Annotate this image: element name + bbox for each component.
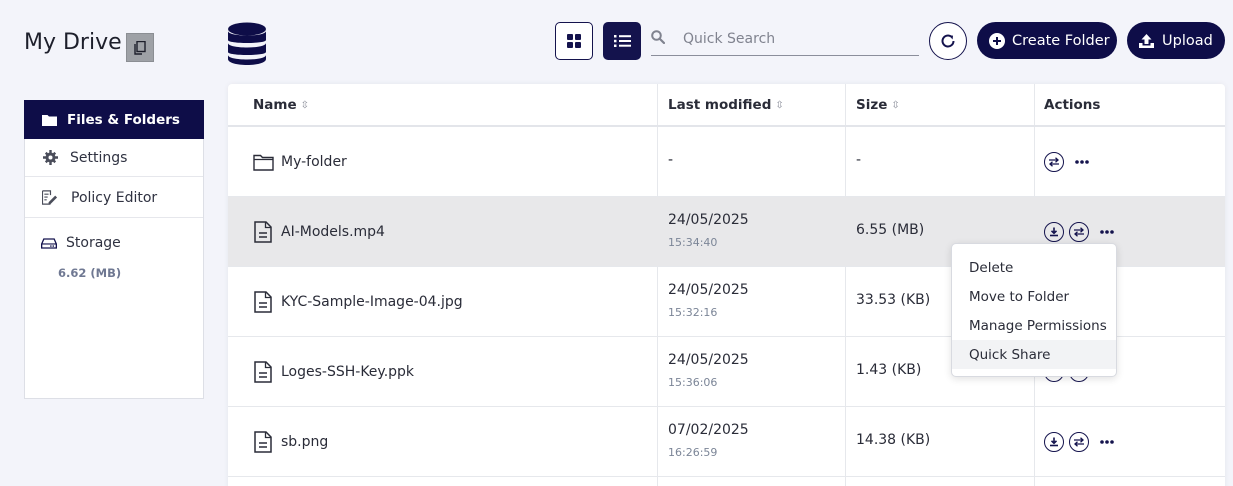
move-button[interactable]	[1044, 152, 1064, 172]
column-header-size[interactable]: Size ⇳	[856, 97, 900, 113]
search-icon	[651, 30, 665, 44]
file-name[interactable]: AI-Models.mp4	[281, 224, 385, 240]
plus-circle-icon	[989, 32, 1005, 49]
modified-time: 15:32:16	[668, 306, 718, 319]
size-cell: 33.53 (KB)	[856, 292, 931, 308]
list-view-button[interactable]	[603, 22, 641, 60]
move-button[interactable]	[1069, 222, 1089, 242]
copy-button[interactable]	[126, 33, 154, 62]
upload-label: Upload	[1162, 32, 1213, 49]
size-cell: 14.38 (KB)	[856, 432, 931, 448]
download-icon	[1050, 227, 1058, 236]
create-folder-button[interactable]: Create Folder	[977, 22, 1117, 59]
file-icon	[252, 221, 274, 243]
table-row[interactable]: sb.png 07/02/2025 16:26:59 14.38 (KB)	[228, 407, 1225, 477]
sidebar-item-label: Files & Folders	[67, 111, 180, 128]
menu-item-manage-permissions[interactable]: Manage Permissions	[952, 311, 1116, 340]
sort-icon: ⇳	[300, 99, 310, 111]
grid-view-button[interactable]	[555, 22, 593, 60]
size-cell: 1.43 (KB)	[856, 362, 922, 378]
column-header-label: Size	[856, 97, 888, 113]
drive-icon	[41, 237, 57, 249]
download-icon	[1050, 437, 1058, 446]
more-options-button[interactable]	[1075, 160, 1089, 164]
move-button[interactable]	[1069, 432, 1089, 452]
modified-time: 15:36:06	[668, 376, 718, 389]
modified-cell: -	[668, 152, 674, 168]
modified-date: 24/05/2025	[668, 212, 749, 228]
more-icon	[1100, 440, 1114, 444]
file-name[interactable]: KYC-Sample-Image-04.jpg	[281, 294, 463, 310]
file-icon	[252, 291, 274, 313]
more-icon	[1100, 230, 1114, 234]
menu-item-delete[interactable]: Delete	[952, 253, 1116, 282]
file-name[interactable]: sb.png	[281, 434, 328, 450]
sort-icon: ⇳	[775, 99, 784, 111]
file-name[interactable]: Loges-SSH-Key.ppk	[281, 364, 414, 380]
swap-icon	[1074, 227, 1084, 237]
more-options-button[interactable]	[1100, 230, 1114, 234]
folder-outline-icon	[252, 154, 274, 171]
search-box	[651, 24, 919, 56]
page-title: My Drive	[24, 30, 122, 55]
table-row[interactable]: My-folder - -	[228, 127, 1225, 197]
more-options-button[interactable]	[1100, 440, 1114, 444]
sidebar-item-label: Settings	[70, 149, 128, 166]
sidebar-item-settings[interactable]: Settings	[25, 139, 203, 177]
storage-label: Storage	[66, 235, 121, 251]
modified-date: 24/05/2025	[668, 352, 749, 368]
file-name[interactable]: My-folder	[281, 154, 347, 170]
database-logo-icon	[228, 22, 266, 65]
sidebar: Files & Folders Settings Policy Editor S…	[24, 100, 204, 399]
download-button[interactable]	[1044, 432, 1064, 452]
table-header: Name ⇳ Last modified ⇳ Size ⇳ Actions	[228, 84, 1225, 127]
actions-cell	[1044, 407, 1114, 477]
refresh-button[interactable]	[929, 22, 967, 60]
name-cell: sb.png	[252, 407, 328, 477]
name-cell: My-folder	[252, 127, 347, 197]
column-header-last-modified[interactable]: Last modified ⇳	[668, 97, 784, 113]
context-menu: Delete Move to Folder Manage Permissions…	[951, 243, 1117, 377]
search-input[interactable]	[683, 29, 913, 49]
modified-date: 24/05/2025	[668, 282, 749, 298]
actions-cell	[1044, 127, 1089, 197]
column-header-name[interactable]: Name ⇳	[253, 97, 309, 113]
name-cell: KYC-Sample-Image-04.jpg	[252, 267, 463, 337]
column-header-label: Name	[253, 97, 297, 113]
swap-icon	[1074, 437, 1084, 447]
folder-icon	[41, 114, 57, 126]
file-icon	[252, 361, 274, 383]
sidebar-item-storage[interactable]: Storage	[25, 233, 203, 253]
sidebar-item-policy-editor[interactable]: Policy Editor	[25, 178, 203, 218]
download-button[interactable]	[1044, 222, 1064, 242]
modified-time: 16:26:59	[668, 446, 718, 459]
modified-date: 07/02/2025	[668, 422, 749, 438]
sidebar-item-label: Policy Editor	[71, 189, 158, 206]
name-cell: Loges-SSH-Key.ppk	[252, 337, 414, 407]
size-cell: 6.55 (MB)	[856, 222, 925, 238]
refresh-icon	[941, 34, 955, 48]
menu-item-quick-share[interactable]: Quick Share	[952, 340, 1116, 369]
grid-icon	[567, 34, 581, 48]
sidebar-item-files-folders[interactable]: Files & Folders	[24, 100, 204, 139]
upload-button[interactable]: Upload	[1127, 22, 1225, 59]
column-header-actions: Actions	[1044, 97, 1100, 113]
file-icon	[252, 431, 274, 453]
list-icon	[613, 35, 631, 47]
column-header-label: Last modified	[668, 97, 772, 113]
sort-icon: ⇳	[891, 99, 900, 111]
modified-time: 15:34:40	[668, 236, 718, 249]
storage-value: 6.62 (MB)	[58, 266, 122, 280]
upload-icon	[1139, 33, 1154, 48]
size-cell: -	[856, 152, 862, 168]
swap-icon	[1049, 157, 1059, 167]
more-icon	[1075, 160, 1089, 164]
column-header-label: Actions	[1044, 97, 1101, 113]
gear-icon	[42, 150, 58, 165]
copy-icon	[134, 40, 146, 55]
menu-item-move-to-folder[interactable]: Move to Folder	[952, 282, 1116, 311]
name-cell: AI-Models.mp4	[252, 197, 385, 267]
create-folder-label: Create Folder	[1012, 32, 1110, 49]
edit-document-icon	[42, 190, 58, 205]
